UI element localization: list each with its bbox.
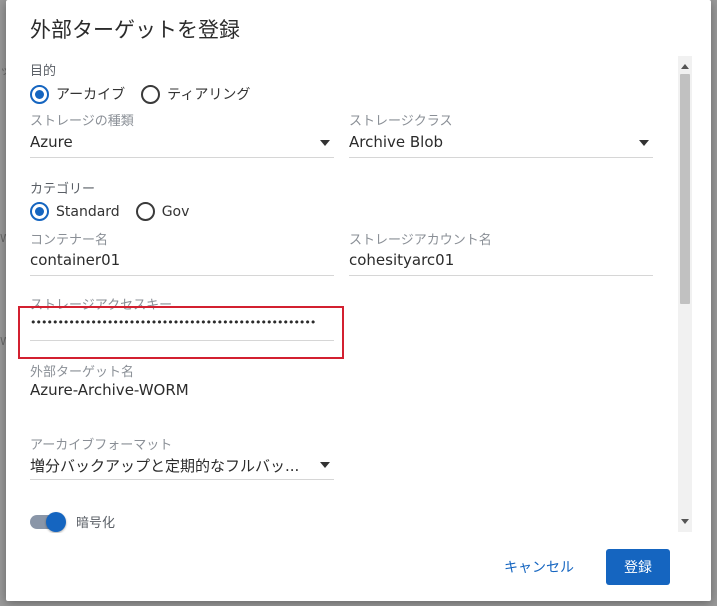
category-option-label: Gov: [161, 203, 190, 220]
purpose-option-label: ティアリング: [167, 87, 251, 103]
category-option-gov[interactable]: Gov: [135, 202, 190, 221]
purpose-radio-group: アーカイブ ティアリング: [30, 84, 266, 104]
register-external-target-dialog: 外部ターゲットを登録 目的 アーカイブ ティアリング ストレージの種類 Azur…: [6, 0, 711, 601]
category-option-standard[interactable]: Standard: [30, 202, 120, 221]
encryption-label: 暗号化: [76, 516, 116, 531]
category-option-label: Standard: [56, 203, 120, 220]
target-name-input[interactable]: Azure-Archive-WORM: [30, 378, 334, 404]
container-name-input[interactable]: container01: [30, 246, 334, 276]
category-label: カテゴリー: [30, 182, 96, 197]
radio-unchecked-icon: [135, 202, 155, 221]
radio-unchecked-icon: [141, 84, 161, 104]
dialog-content: 目的 アーカイブ ティアリング ストレージの種類 Azure ストレージクラス …: [6, 48, 678, 533]
scrollbar-thumb[interactable]: [680, 74, 690, 304]
toggle-track: [30, 511, 66, 532]
storage-class-select[interactable]: Archive Blob: [349, 128, 653, 158]
radio-checked-icon: [30, 202, 49, 221]
target-name-value: Azure-Archive-WORM: [30, 381, 189, 399]
purpose-option-archive[interactable]: アーカイブ: [30, 84, 125, 104]
storage-type-select[interactable]: Azure: [30, 128, 334, 158]
chevron-down-icon: [320, 140, 330, 146]
storage-class-label: ストレージクラス: [349, 114, 453, 129]
scroll-up-arrow-icon[interactable]: [681, 64, 689, 69]
toggle-thumb: [46, 511, 66, 532]
storage-type-value: Azure: [30, 133, 73, 151]
chevron-down-icon: [320, 462, 330, 468]
target-name-highlight: [18, 306, 344, 359]
storage-account-input[interactable]: cohesityarc01: [349, 246, 653, 276]
dialog-scrollbar[interactable]: [678, 56, 692, 532]
chevron-down-icon: [639, 140, 649, 146]
category-radio-group: Standard Gov: [30, 202, 205, 221]
container-name-value: container01: [30, 251, 121, 269]
storage-account-value: cohesityarc01: [349, 251, 455, 269]
register-button[interactable]: 登録: [606, 549, 670, 585]
storage-type-label: ストレージの種類: [30, 114, 134, 129]
archive-format-value: 増分バックアップと定期的なフルバッ...: [30, 457, 300, 475]
radio-checked-icon: [30, 84, 49, 104]
purpose-option-label: アーカイブ: [56, 87, 126, 103]
purpose-label: 目的: [30, 64, 57, 79]
archive-format-select[interactable]: 増分バックアップと定期的なフルバッ...: [30, 450, 334, 480]
storage-class-value: Archive Blob: [349, 133, 444, 151]
dialog-title: 外部ターゲットを登録: [30, 18, 240, 42]
purpose-option-tiering[interactable]: ティアリング: [141, 84, 250, 104]
cancel-button[interactable]: キャンセル: [494, 552, 584, 582]
scroll-down-arrow-icon[interactable]: [681, 519, 689, 524]
encryption-toggle[interactable]: 暗号化: [30, 511, 116, 532]
